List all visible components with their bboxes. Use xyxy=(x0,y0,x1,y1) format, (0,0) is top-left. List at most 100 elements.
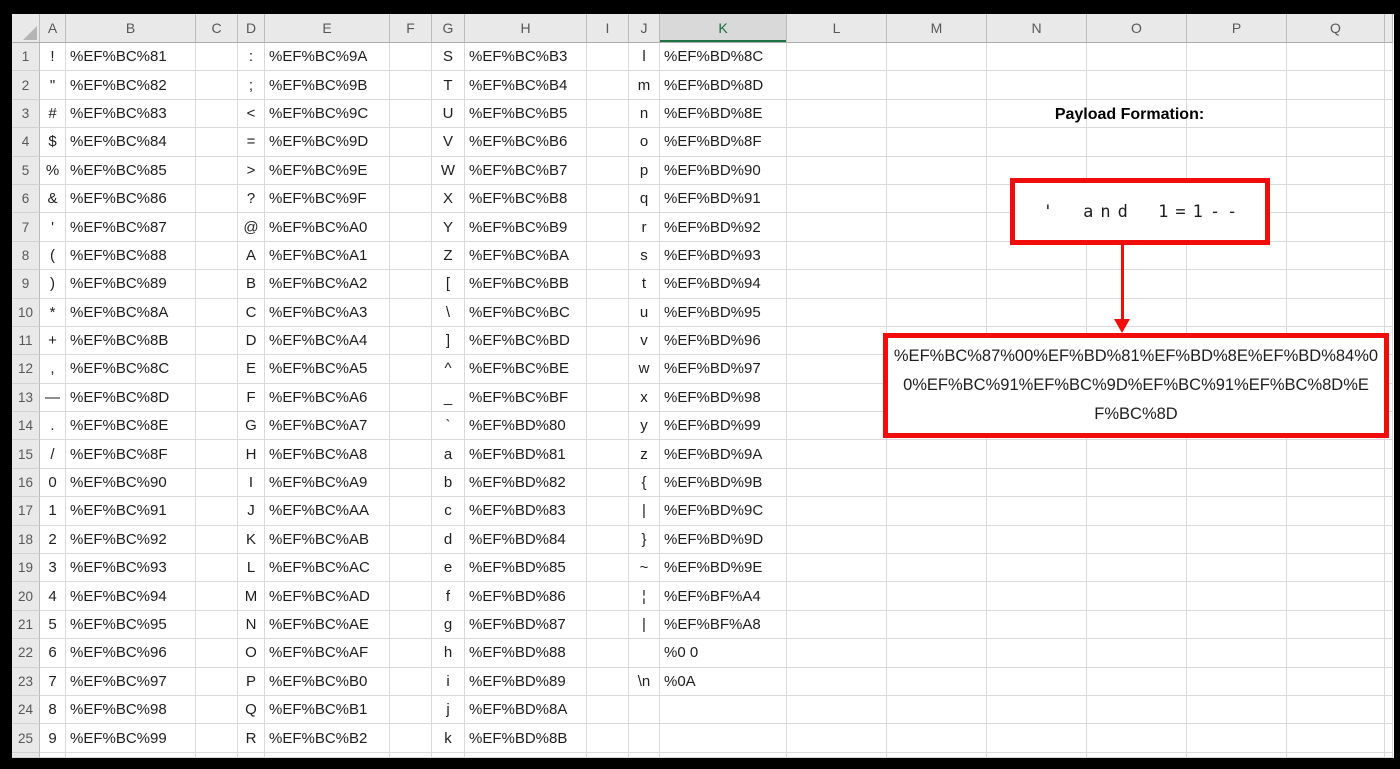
cell-P2[interactable] xyxy=(1187,71,1287,100)
cell-F17[interactable] xyxy=(390,497,432,526)
cell-D20[interactable]: M xyxy=(238,582,265,611)
cell-N2[interactable] xyxy=(987,71,1087,100)
cell-N24[interactable] xyxy=(987,695,1087,725)
cell-I2[interactable] xyxy=(587,71,629,100)
cell-O9[interactable] xyxy=(1087,270,1187,299)
cell-A2[interactable]: " xyxy=(40,71,66,100)
cell-I12[interactable] xyxy=(587,355,629,384)
cell-P8[interactable] xyxy=(1187,241,1287,271)
cell-A7[interactable]: ' xyxy=(40,213,66,242)
cell-F9[interactable] xyxy=(390,270,432,299)
cell-J1[interactable]: l xyxy=(629,43,660,72)
row-header-8[interactable]: 8 xyxy=(12,241,40,271)
cell-K8[interactable]: %EF%BD%93 xyxy=(660,241,787,271)
cell-C25[interactable] xyxy=(196,724,238,753)
cell-J26[interactable] xyxy=(629,752,660,758)
cell-O23[interactable] xyxy=(1087,667,1187,696)
cell-J14[interactable]: y xyxy=(629,412,660,441)
cell-Q26[interactable] xyxy=(1287,752,1385,758)
cell-D24[interactable]: Q xyxy=(238,695,265,725)
cell-P15[interactable] xyxy=(1187,440,1287,469)
row-header-9[interactable]: 9 xyxy=(12,270,40,299)
cell-Q6[interactable] xyxy=(1287,184,1385,214)
cell-E16[interactable]: %EF%BC%A9 xyxy=(265,468,390,498)
cell-B7[interactable]: %EF%BC%87 xyxy=(66,213,196,242)
cell-C5[interactable] xyxy=(196,156,238,185)
cell-J10[interactable]: u xyxy=(629,298,660,327)
cell-C23[interactable] xyxy=(196,667,238,696)
cell-K25[interactable] xyxy=(660,724,787,753)
cell-H17[interactable]: %EF%BD%83 xyxy=(465,497,587,526)
cell-I15[interactable] xyxy=(587,440,629,469)
cell-A4[interactable]: $ xyxy=(40,128,66,157)
cell-K17[interactable]: %EF%BD%9C xyxy=(660,497,787,526)
cell-P21[interactable] xyxy=(1187,610,1287,640)
cell-B24[interactable]: %EF%BC%98 xyxy=(66,695,196,725)
column-header-O[interactable]: O xyxy=(1087,14,1187,43)
cell-B19[interactable]: %EF%BC%93 xyxy=(66,554,196,583)
cell-I10[interactable] xyxy=(587,298,629,327)
cell-B26[interactable] xyxy=(66,752,196,758)
cell-Q2[interactable] xyxy=(1287,71,1385,100)
select-all-corner[interactable] xyxy=(12,14,40,43)
cell-E23[interactable]: %EF%BC%B0 xyxy=(265,667,390,696)
cell-F15[interactable] xyxy=(390,440,432,469)
cell-C20[interactable] xyxy=(196,582,238,611)
cell-F24[interactable] xyxy=(390,695,432,725)
cell-F25[interactable] xyxy=(390,724,432,753)
cell-J12[interactable]: w xyxy=(629,355,660,384)
cell-L19[interactable] xyxy=(787,554,887,583)
cell-L6[interactable] xyxy=(787,184,887,214)
cell-O21[interactable] xyxy=(1087,610,1187,640)
cell-H2[interactable]: %EF%BC%B4 xyxy=(465,71,587,100)
cell-D25[interactable]: R xyxy=(238,724,265,753)
cell-J8[interactable]: s xyxy=(629,241,660,271)
row-header-partial[interactable] xyxy=(12,752,40,758)
cell-M15[interactable] xyxy=(887,440,987,469)
cell-M18[interactable] xyxy=(887,525,987,555)
cell-A5[interactable]: % xyxy=(40,156,66,185)
cell-K11[interactable]: %EF%BD%96 xyxy=(660,326,787,356)
cell-A24[interactable]: 8 xyxy=(40,695,66,725)
cell-M17[interactable] xyxy=(887,497,987,526)
cell-G22[interactable]: h xyxy=(432,639,465,668)
cell-I23[interactable] xyxy=(587,667,629,696)
cell-D14[interactable]: G xyxy=(238,412,265,441)
cell-O17[interactable] xyxy=(1087,497,1187,526)
cell-A12[interactable]: , xyxy=(40,355,66,384)
row-header-6[interactable]: 6 xyxy=(12,184,40,214)
cell-B6[interactable]: %EF%BC%86 xyxy=(66,184,196,214)
cell-J17[interactable]: | xyxy=(629,497,660,526)
cell-N22[interactable] xyxy=(987,639,1087,668)
cell-A25[interactable]: 9 xyxy=(40,724,66,753)
cell-K24[interactable] xyxy=(660,695,787,725)
cell-G10[interactable]: \ xyxy=(432,298,465,327)
cell-I24[interactable] xyxy=(587,695,629,725)
cell-I18[interactable] xyxy=(587,525,629,555)
cell-B10[interactable]: %EF%BC%8A xyxy=(66,298,196,327)
cell-F4[interactable] xyxy=(390,128,432,157)
row-header-2[interactable]: 2 xyxy=(12,71,40,100)
cell-O8[interactable] xyxy=(1087,241,1187,271)
cell-P23[interactable] xyxy=(1187,667,1287,696)
cell-B15[interactable]: %EF%BC%8F xyxy=(66,440,196,469)
cell-O25[interactable] xyxy=(1087,724,1187,753)
cell-L9[interactable] xyxy=(787,270,887,299)
cell-M16[interactable] xyxy=(887,468,987,498)
cell-H12[interactable]: %EF%BC%BE xyxy=(465,355,587,384)
cell-C26[interactable] xyxy=(196,752,238,758)
cell-Q20[interactable] xyxy=(1287,582,1385,611)
cell-A3[interactable]: # xyxy=(40,99,66,129)
cell-N16[interactable] xyxy=(987,468,1087,498)
cell-M4[interactable] xyxy=(887,128,987,157)
cell-M21[interactable] xyxy=(887,610,987,640)
cell-C8[interactable] xyxy=(196,241,238,271)
cell-K7[interactable]: %EF%BD%92 xyxy=(660,213,787,242)
cell-A9[interactable]: ) xyxy=(40,270,66,299)
cell-F26[interactable] xyxy=(390,752,432,758)
column-header-F[interactable]: F xyxy=(390,14,432,43)
cell-E26[interactable] xyxy=(265,752,390,758)
cell-F19[interactable] xyxy=(390,554,432,583)
cell-H10[interactable]: %EF%BC%BC xyxy=(465,298,587,327)
cell-M23[interactable] xyxy=(887,667,987,696)
